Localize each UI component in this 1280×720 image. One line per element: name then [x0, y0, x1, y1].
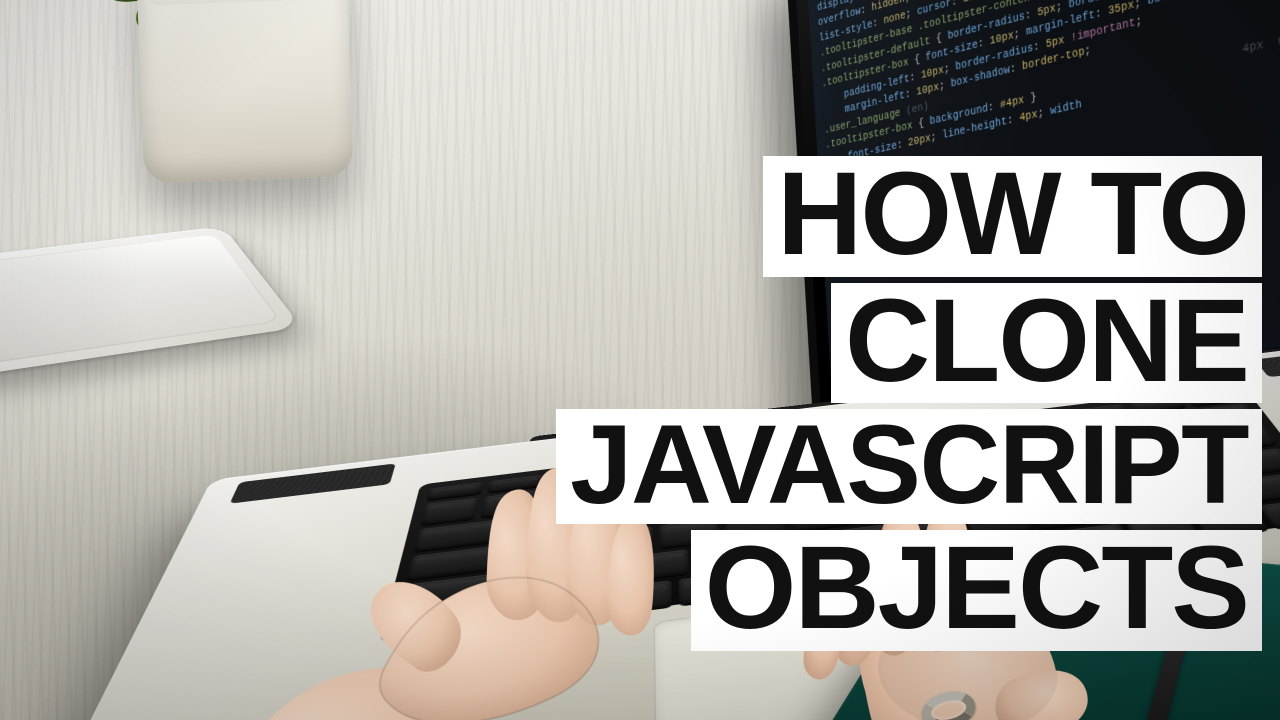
headline: HOW TO CLONE JAVASCRIPT OBJECTS: [556, 156, 1262, 651]
headline-line-1: HOW TO: [763, 156, 1262, 277]
headline-line-2: CLONE: [831, 283, 1262, 404]
headline-line-3: JAVASCRIPT: [556, 409, 1262, 524]
thumbnail-image: /* stylesheet */ display: block; padding…: [0, 0, 1280, 720]
headline-line-4: OBJECTS: [691, 530, 1262, 651]
